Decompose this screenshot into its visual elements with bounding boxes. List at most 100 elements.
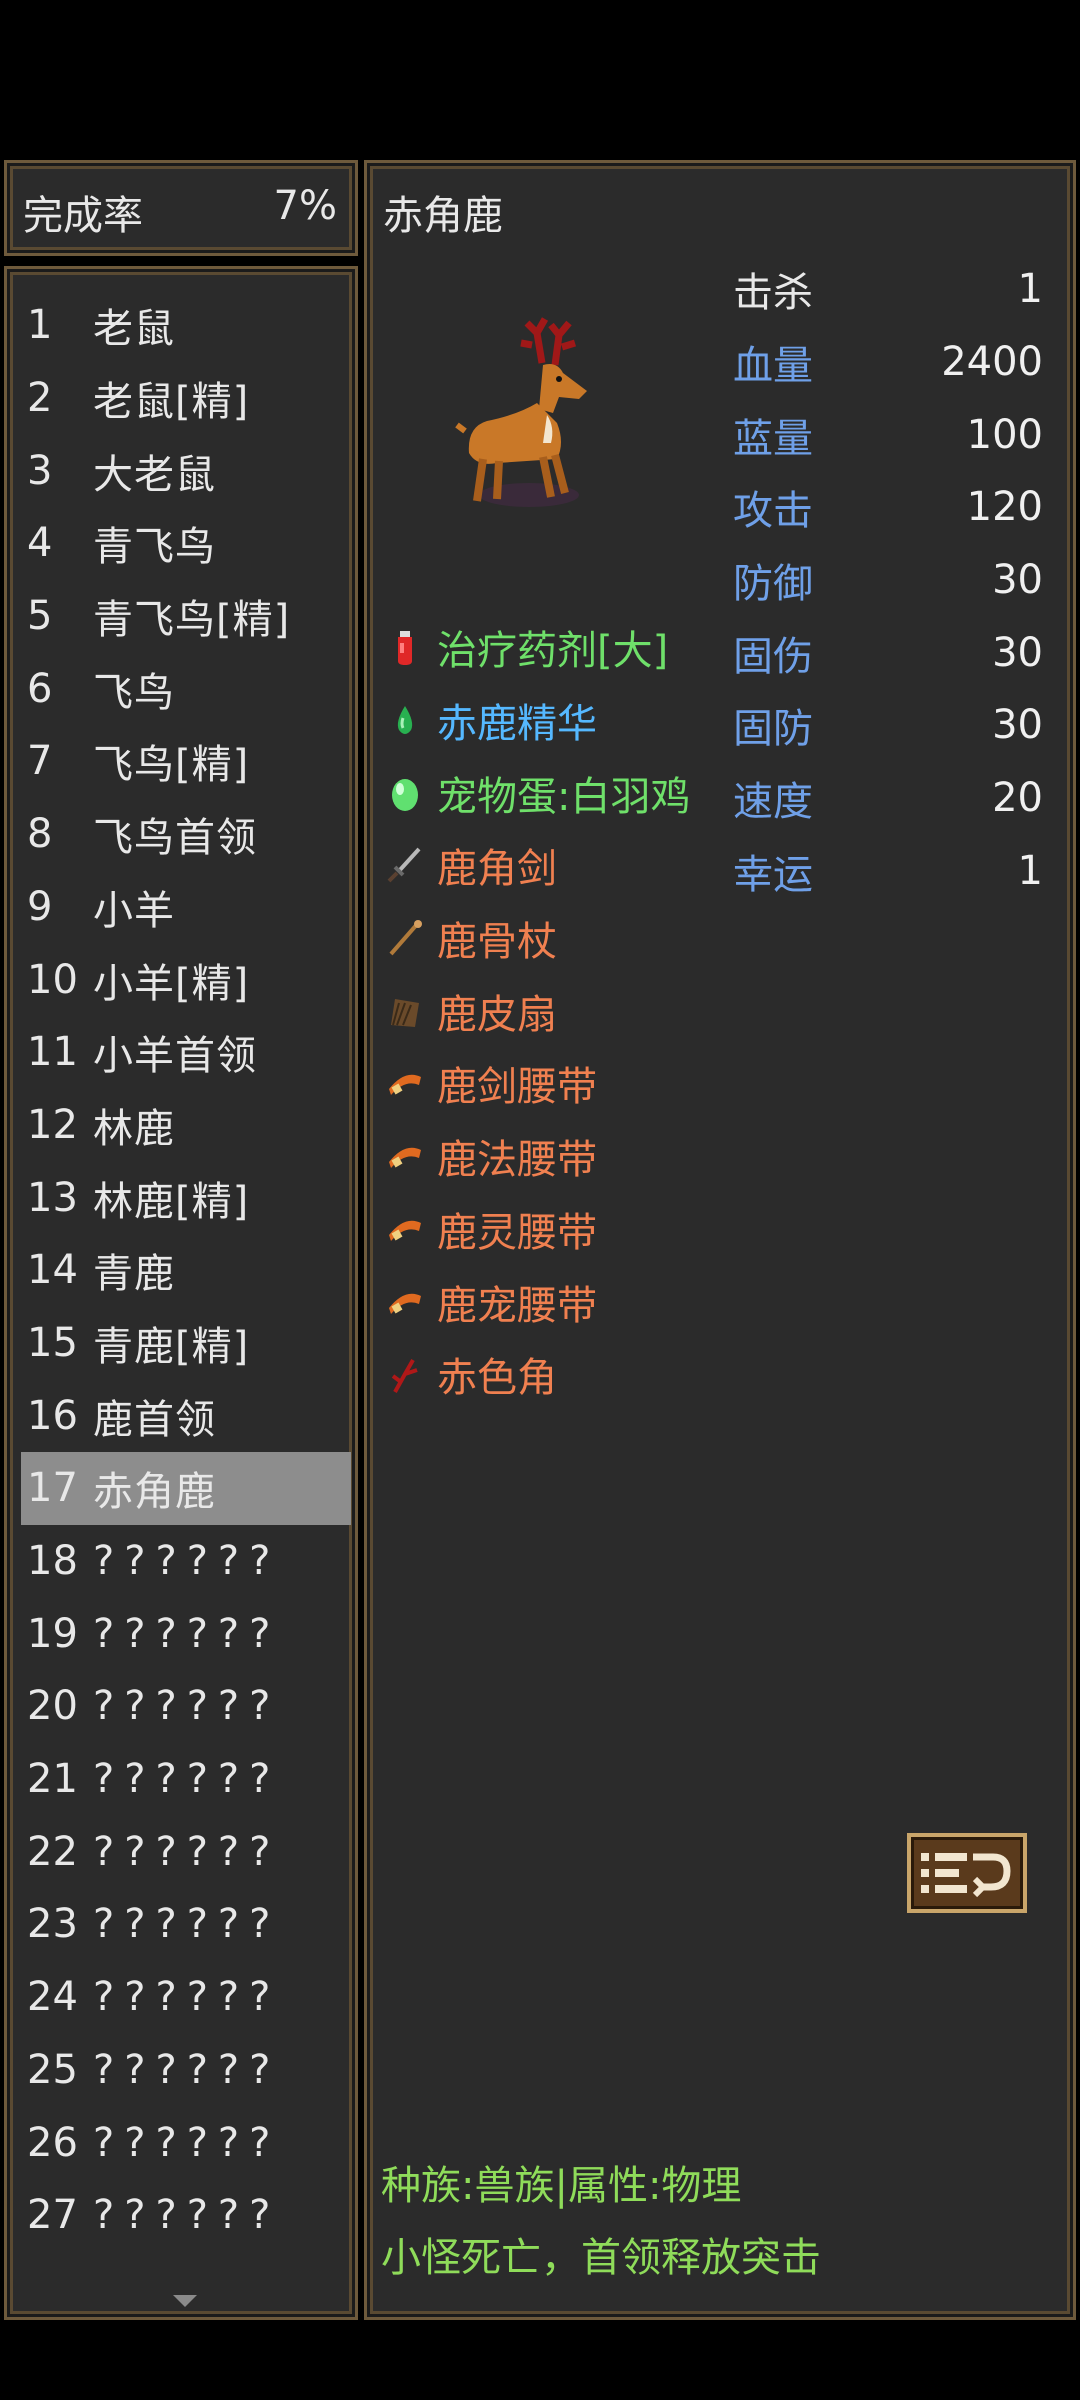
list-item-name: ?????? bbox=[93, 1756, 281, 1803]
stat-row: 防御 30 bbox=[733, 544, 1043, 617]
stat-row: 固伤 30 bbox=[733, 616, 1043, 689]
list-item-name: 小羊 bbox=[93, 887, 175, 934]
drop-item[interactable]: 宠物蛋:白羽鸡 bbox=[381, 756, 690, 829]
list-item-name: 老鼠 bbox=[93, 306, 175, 353]
drop-item-name: 赤鹿精华 bbox=[437, 701, 597, 748]
drop-item-name: 鹿宠腰带 bbox=[437, 1282, 597, 1329]
list-item[interactable]: 9 小羊 bbox=[21, 871, 351, 944]
list-item-name: 赤角鹿 bbox=[93, 1469, 216, 1516]
list-item[interactable]: 17 赤角鹿 bbox=[21, 1452, 351, 1525]
drop-item[interactable]: 赤鹿精华 bbox=[381, 684, 690, 757]
drop-item-name: 鹿皮扇 bbox=[437, 991, 557, 1038]
stat-value: 2400 bbox=[941, 339, 1043, 386]
drop-item-name: 鹿角剑 bbox=[437, 846, 557, 893]
list-item-name: 青飞鸟 bbox=[93, 524, 216, 571]
list-item[interactable]: 20?????? bbox=[21, 1670, 351, 1743]
stat-value: 100 bbox=[966, 411, 1043, 458]
monster-stats: 击杀 1 血量 2400 蓝量 100 攻击 120 防御 30 固伤 30 固防 30 速度 20 幸运 1 bbox=[733, 253, 1043, 907]
stat-label: 攻击 bbox=[733, 488, 813, 535]
list-item[interactable]: 12 林鹿 bbox=[21, 1089, 351, 1162]
list-item[interactable]: 14 青鹿 bbox=[21, 1234, 351, 1307]
list-item[interactable]: 24?????? bbox=[21, 1961, 351, 2034]
list-item-number: 25 bbox=[27, 2046, 78, 2093]
list-item[interactable]: 6 飞鸟 bbox=[21, 652, 351, 725]
drop-item[interactable]: 鹿骨杖 bbox=[381, 902, 690, 975]
stat-row: 固防 30 bbox=[733, 689, 1043, 762]
list-item-number: 7 bbox=[27, 738, 53, 785]
stat-value: 30 bbox=[992, 629, 1043, 676]
drop-item-name: 治疗药剂[大] bbox=[437, 628, 669, 675]
list-item-name: ?????? bbox=[93, 2192, 281, 2239]
drop-item[interactable]: 鹿法腰带 bbox=[381, 1120, 690, 1193]
list-return-icon bbox=[921, 1853, 1011, 1898]
list-item[interactable]: 7 飞鸟[精] bbox=[21, 725, 351, 798]
sword-icon bbox=[381, 841, 429, 889]
list-item[interactable]: 10 小羊[精] bbox=[21, 943, 351, 1016]
switch-view-button[interactable] bbox=[907, 1833, 1027, 1913]
list-item[interactable]: 23?????? bbox=[21, 1888, 351, 1961]
drop-item[interactable]: 赤色角 bbox=[381, 1338, 690, 1411]
list-item-name: 青鹿[精] bbox=[93, 1323, 250, 1370]
fan-icon bbox=[381, 987, 429, 1035]
list-item[interactable]: 26?????? bbox=[21, 2106, 351, 2179]
staff-icon bbox=[381, 914, 429, 962]
completion-panel: 完成率 7% bbox=[4, 160, 358, 256]
drop-item[interactable]: 鹿角剑 bbox=[381, 829, 690, 902]
list-item[interactable]: 11 小羊首领 bbox=[21, 1016, 351, 1089]
list-item[interactable]: 25?????? bbox=[21, 2034, 351, 2107]
list-item[interactable]: 13 林鹿[精] bbox=[21, 1161, 351, 1234]
monster-detail-panel: 赤角鹿 击杀 1 血量 2400 蓝量 100 攻击 120 防御 30 固伤 30 固防 30 速度 20 幸… bbox=[364, 160, 1076, 2320]
list-item[interactable]: 1 老鼠 bbox=[21, 289, 351, 362]
drop-list: 治疗药剂[大] 赤鹿精华宠物蛋:白羽鸡鹿角剑鹿骨杖鹿皮扇鹿剑腰带 鹿法腰带 鹿灵腰带鹿… bbox=[381, 611, 690, 1411]
list-item-name: ?????? bbox=[93, 2046, 281, 2093]
bestiary-list[interactable]: 1 老鼠 2 老鼠[精] 3 大老鼠 4 青飞鸟 5 青飞鸟[精] 6 飞鸟 7 飞鸟[精] 8 飞鸟首领 9 小… bbox=[21, 289, 351, 2252]
list-item-name: ?????? bbox=[93, 1974, 281, 2021]
stat-value: 1 bbox=[1017, 266, 1043, 313]
skill-description-text: 小怪死亡，首领释放突击 bbox=[381, 2235, 821, 2281]
list-item-name: 小羊[精] bbox=[93, 960, 250, 1007]
stat-value: 120 bbox=[966, 484, 1043, 531]
list-item[interactable]: 2 老鼠[精] bbox=[21, 362, 351, 435]
red-potion-icon bbox=[381, 623, 429, 671]
drop-item[interactable]: 鹿剑腰带 bbox=[381, 1047, 690, 1120]
stat-row: 幸运 1 bbox=[733, 835, 1043, 908]
list-item-name: ?????? bbox=[93, 2119, 281, 2166]
belt-icon bbox=[381, 1205, 429, 1253]
list-item-name: ?????? bbox=[93, 1683, 281, 1730]
list-item-number: 11 bbox=[27, 1029, 78, 1076]
list-item[interactable]: 19?????? bbox=[21, 1597, 351, 1670]
bestiary-list-panel[interactable]: 1 老鼠 2 老鼠[精] 3 大老鼠 4 青飞鸟 5 青飞鸟[精] 6 飞鸟 7 飞鸟[精] 8 飞鸟首领 9 小… bbox=[4, 266, 358, 2320]
list-item-number: 10 bbox=[27, 956, 78, 1003]
list-item-name: 鹿首领 bbox=[93, 1396, 216, 1443]
list-item-name: 飞鸟 bbox=[93, 669, 175, 716]
list-item[interactable]: 5 青飞鸟[精] bbox=[21, 580, 351, 653]
list-item[interactable]: 21?????? bbox=[21, 1743, 351, 1816]
list-item[interactable]: 4 青飞鸟 bbox=[21, 507, 351, 580]
list-item[interactable]: 18?????? bbox=[21, 1525, 351, 1598]
list-item-number: 9 bbox=[27, 883, 53, 930]
list-item-name: 飞鸟[精] bbox=[93, 742, 250, 789]
drop-item[interactable]: 治疗药剂[大] bbox=[381, 611, 690, 684]
list-item-number: 19 bbox=[27, 1610, 78, 1657]
drop-item[interactable]: 鹿皮扇 bbox=[381, 974, 690, 1047]
scroll-down-icon[interactable] bbox=[173, 2295, 197, 2307]
list-item[interactable]: 16 鹿首领 bbox=[21, 1379, 351, 1452]
red-horn-icon bbox=[381, 1350, 429, 1398]
list-item[interactable]: 27?????? bbox=[21, 2179, 351, 2252]
race-attribute-text: 种族:兽族|属性:物理 bbox=[381, 2163, 742, 2209]
drop-item[interactable]: 鹿宠腰带 bbox=[381, 1265, 690, 1338]
list-item-name: 大老鼠 bbox=[93, 451, 216, 498]
red-antler-deer-sprite bbox=[455, 317, 587, 507]
list-item-number: 1 bbox=[27, 302, 53, 349]
list-item[interactable]: 8 飞鸟首领 bbox=[21, 798, 351, 871]
drop-item[interactable]: 鹿灵腰带 bbox=[381, 1193, 690, 1266]
list-item[interactable]: 3 大老鼠 bbox=[21, 434, 351, 507]
stat-value: 20 bbox=[992, 775, 1043, 822]
list-item-name: 青鹿 bbox=[93, 1251, 175, 1298]
stat-value: 30 bbox=[992, 702, 1043, 749]
drop-item-name: 赤色角 bbox=[437, 1355, 557, 1402]
list-item[interactable]: 22?????? bbox=[21, 1815, 351, 1888]
belt-icon bbox=[381, 1132, 429, 1180]
stat-label: 血量 bbox=[733, 343, 813, 390]
list-item[interactable]: 15 青鹿[精] bbox=[21, 1307, 351, 1380]
